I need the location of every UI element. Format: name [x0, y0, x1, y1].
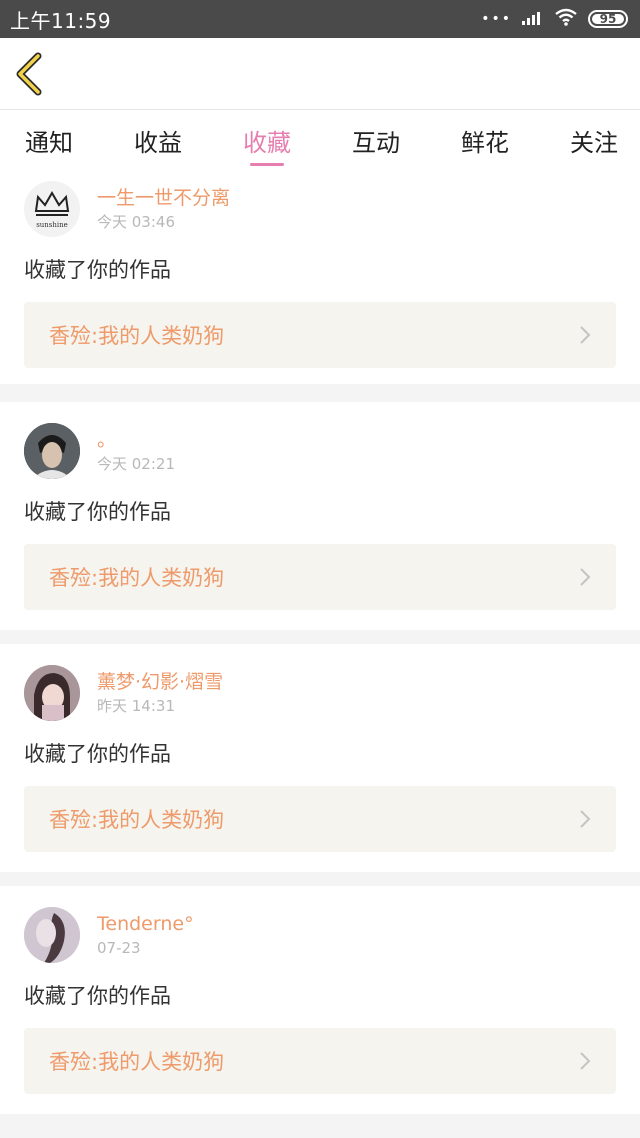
- chevron-right-icon: [580, 326, 591, 344]
- post-time: 07-23: [97, 939, 141, 957]
- tab-label: 关注: [570, 128, 618, 157]
- crown-icon: sunshine: [34, 191, 70, 229]
- feed-item: 薰梦·幻影·熠雪 昨天 14:31 收藏了你的作品 香殓:我的人类奶狗: [0, 644, 640, 872]
- favorites-feed: sunshine 一生一世不分离 今天 03:46 收藏了你的作品 香殓:我的人…: [0, 170, 640, 1128]
- action-text: 收藏了你的作品: [24, 258, 171, 282]
- work-title: 香殓:我的人类奶狗: [49, 808, 225, 832]
- tab-label: 鲜花: [461, 128, 509, 157]
- status-time: 上午11:59: [10, 8, 112, 33]
- battery-level: 95: [599, 12, 617, 26]
- avatar[interactable]: [24, 907, 80, 963]
- tab-following[interactable]: 关注: [570, 110, 618, 170]
- tab-label: 收益: [134, 128, 182, 157]
- feed-item-header: 。 今天 02:21: [24, 422, 616, 480]
- tab-bar: 通知 收益 收藏 互动 鲜花 关注: [0, 110, 640, 170]
- avatar-photo-icon: [24, 423, 80, 479]
- signal-dots: •••: [481, 11, 512, 27]
- tab-label: 通知: [25, 128, 73, 157]
- avatar[interactable]: [24, 665, 80, 721]
- work-link[interactable]: 香殓:我的人类奶狗: [24, 544, 616, 610]
- post-time: 今天 03:46: [97, 213, 175, 231]
- avatar[interactable]: [24, 423, 80, 479]
- feed-item: sunshine 一生一世不分离 今天 03:46 收藏了你的作品 香殓:我的人…: [0, 170, 640, 384]
- feed-item-header: sunshine 一生一世不分离 今天 03:46: [24, 180, 616, 238]
- feed-item-meta: Tenderne° 07-23: [97, 911, 194, 959]
- feed-item-meta: 薰梦·幻影·熠雪 昨天 14:31: [97, 669, 223, 717]
- feed-item: Tenderne° 07-23 收藏了你的作品 香殓:我的人类奶狗: [0, 886, 640, 1114]
- chevron-left-icon: [16, 52, 42, 95]
- wifi-icon: [554, 8, 578, 30]
- work-link[interactable]: 香殓:我的人类奶狗: [24, 786, 616, 852]
- user-name[interactable]: 。: [97, 427, 175, 453]
- battery-icon: 95: [588, 10, 628, 28]
- chevron-right-icon: [580, 1052, 591, 1070]
- work-title: 香殓:我的人类奶狗: [49, 566, 225, 590]
- tab-interactions[interactable]: 互动: [352, 110, 400, 170]
- user-name[interactable]: 一生一世不分离: [97, 185, 230, 211]
- action-text: 收藏了你的作品: [24, 742, 171, 766]
- post-time: 昨天 14:31: [97, 697, 175, 715]
- work-link[interactable]: 香殓:我的人类奶狗: [24, 1028, 616, 1094]
- tab-favorites[interactable]: 收藏: [243, 110, 291, 170]
- user-name[interactable]: Tenderne°: [97, 911, 194, 937]
- chevron-right-icon: [580, 810, 591, 828]
- avatar-caption: sunshine: [36, 221, 68, 229]
- status-icons: ••• 95: [481, 8, 628, 30]
- action-text: 收藏了你的作品: [24, 984, 171, 1008]
- work-title: 香殓:我的人类奶狗: [49, 1050, 225, 1074]
- feed-item: 。 今天 02:21 收藏了你的作品 香殓:我的人类奶狗: [0, 402, 640, 630]
- feed-item-header: Tenderne° 07-23: [24, 906, 616, 964]
- user-name[interactable]: 薰梦·幻影·熠雪: [97, 669, 223, 695]
- work-title: 香殓:我的人类奶狗: [49, 324, 225, 348]
- header: [0, 38, 640, 110]
- avatar[interactable]: sunshine: [24, 181, 80, 237]
- tab-flowers[interactable]: 鲜花: [461, 110, 509, 170]
- active-tab-indicator: [250, 163, 284, 166]
- tab-label: 互动: [352, 128, 400, 157]
- avatar-photo-icon: [24, 907, 80, 963]
- work-link[interactable]: 香殓:我的人类奶狗: [24, 302, 616, 368]
- tab-label: 收藏: [243, 128, 291, 157]
- status-bar: 上午11:59 ••• 95: [0, 0, 640, 38]
- chevron-right-icon: [580, 568, 591, 586]
- tab-notifications[interactable]: 通知: [25, 110, 73, 170]
- action-text: 收藏了你的作品: [24, 500, 171, 524]
- post-time: 今天 02:21: [97, 455, 175, 473]
- back-button[interactable]: [14, 50, 50, 98]
- feed-item-meta: 。 今天 02:21: [97, 427, 175, 475]
- signal-icon: [522, 9, 544, 29]
- avatar-photo-icon: [24, 665, 80, 721]
- tab-earnings[interactable]: 收益: [134, 110, 182, 170]
- feed-item-header: 薰梦·幻影·熠雪 昨天 14:31: [24, 664, 616, 722]
- feed-item-meta: 一生一世不分离 今天 03:46: [97, 185, 230, 233]
